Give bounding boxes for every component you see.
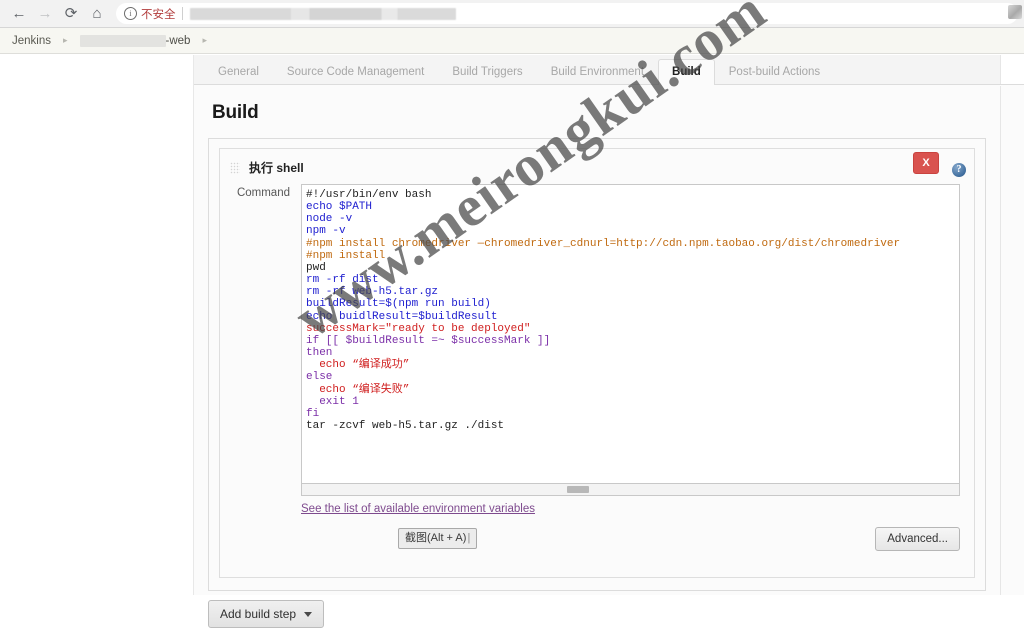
code-line: rm -rf dist (306, 274, 379, 287)
step-header: 执行 shell (220, 149, 974, 184)
security-status-label: 不安全 (141, 8, 176, 21)
help-icon[interactable]: ? (952, 163, 966, 177)
breadcrumb-job-redacted (79, 34, 166, 47)
code-line: echo $PATH (306, 201, 373, 214)
build-steps-block: 执行 shell X ? Command #!/usr/bin/env bash… (208, 138, 986, 591)
build-config-content: Build 执行 shell X ? Command #!/usr/bin/en… (194, 86, 1001, 628)
breadcrumb: Jenkins ▸ -web ▸ (0, 28, 1024, 54)
tooltip-caret-icon: | (467, 532, 471, 544)
code-line: successMark="ready to be deployed" (306, 322, 531, 335)
breadcrumb-item-jenkins[interactable]: Jenkins (12, 35, 51, 47)
code-line: echo “编译失败” (306, 383, 410, 396)
tab-build[interactable]: Build (658, 59, 715, 85)
advanced-button[interactable]: Advanced... (875, 527, 960, 551)
step-title: 执行 shell (249, 161, 304, 175)
command-field-wrapper: #!/usr/bin/env bash echo $PATH node -v n… (301, 184, 960, 515)
address-bar[interactable]: i 不安全 (116, 3, 1018, 24)
command-label: Command (236, 187, 290, 199)
step-bottom-row: 截图(Alt + A)| Advanced... (220, 521, 974, 563)
environment-variables-link[interactable]: See the list of available environment va… (301, 503, 535, 515)
screenshot-tooltip: 截图(Alt + A)| (398, 528, 478, 549)
code-line: node -v (306, 213, 353, 226)
delete-step-button[interactable]: X (913, 152, 939, 174)
page-title: Build (212, 102, 259, 123)
breadcrumb-separator-1: ▸ (63, 35, 68, 45)
code-line: then (306, 347, 333, 360)
code-line: #npm install (306, 249, 386, 262)
extension-icon[interactable] (1008, 5, 1022, 19)
code-line: buildResult=$(npm run build) (306, 298, 491, 311)
shell-script-content: #!/usr/bin/env bash echo $PATH node -v n… (306, 189, 959, 432)
page-body: General Source Code Management Build Tri… (0, 55, 1024, 628)
code-line: npm -v (306, 225, 346, 238)
main-column: General Source Code Management Build Tri… (194, 55, 1024, 628)
home-icon[interactable]: ⌂ (84, 2, 110, 26)
left-gutter (0, 55, 194, 595)
tab-post-build-actions[interactable]: Post-build Actions (715, 59, 834, 85)
tab-build-triggers[interactable]: Build Triggers (438, 59, 536, 85)
tab-source-code-management[interactable]: Source Code Management (273, 59, 438, 85)
code-line: echo “编译成功” (306, 359, 410, 372)
reload-icon[interactable]: ⟳ (58, 2, 84, 26)
browser-toolbar: ← → ⟳ ⌂ i 不安全 (0, 0, 1024, 28)
breadcrumb-separator-2: ▸ (202, 35, 207, 45)
command-textarea[interactable]: #!/usr/bin/env bash echo $PATH node -v n… (301, 184, 960, 484)
back-arrow-icon[interactable]: ← (6, 2, 32, 26)
code-line: #!/usr/bin/env bash (306, 189, 432, 201)
code-line: if [[ $buildResult =~ $successMark ]] (306, 334, 551, 347)
tab-general[interactable]: General (204, 59, 273, 85)
site-info-icon[interactable]: i (124, 7, 137, 20)
drag-handle-icon[interactable] (230, 161, 240, 174)
code-line: fi (306, 407, 320, 420)
tab-build-environment[interactable]: Build Environment (537, 59, 658, 85)
code-line: exit 1 (306, 395, 359, 408)
add-build-step-label: Add build step (220, 607, 297, 621)
add-build-step-button[interactable]: Add build step (208, 600, 325, 628)
code-line: rm -rf web-h5.tar.gz (306, 286, 439, 299)
address-bar-divider (181, 7, 183, 20)
code-line: echo buidlResult=$buildResult (306, 310, 498, 323)
code-line: else (306, 371, 333, 384)
url-text-redacted[interactable] (189, 7, 456, 20)
code-line: #npm install chromedriver —chromedriver_… (306, 237, 901, 250)
code-line: tar -zcvf web-h5.tar.gz ./dist (306, 419, 505, 432)
code-line: pwd (306, 261, 326, 274)
command-horizontal-scrollbar[interactable] (301, 484, 960, 496)
forward-arrow-icon[interactable]: → (32, 2, 58, 26)
scrollbar-thumb[interactable] (567, 486, 589, 493)
breadcrumb-item-job[interactable]: -web (166, 35, 191, 47)
add-build-step-wrapper: Add build step (208, 600, 1000, 628)
chevron-down-icon (304, 611, 313, 617)
config-tabbar: General Source Code Management Build Tri… (194, 55, 1024, 85)
command-field-row: Command #!/usr/bin/env bash echo $PATH n… (220, 184, 974, 515)
screenshot-tooltip-label: 截图(Alt + A) (405, 532, 467, 544)
execute-shell-step-panel: 执行 shell X ? Command #!/usr/bin/env bash… (219, 148, 975, 578)
tabbar-right-edge (1000, 55, 1024, 84)
